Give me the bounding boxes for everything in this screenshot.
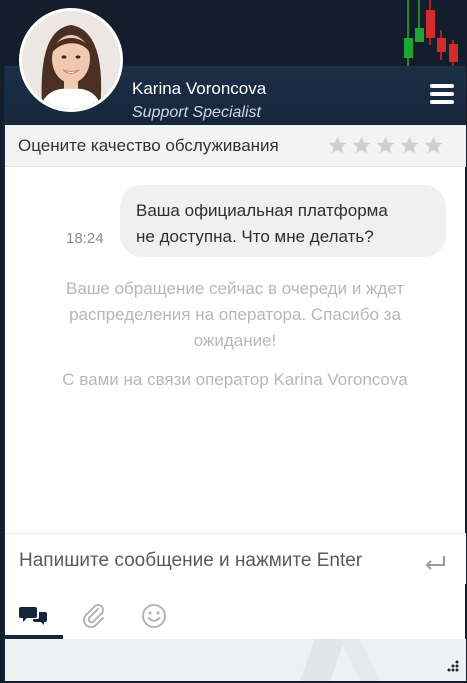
message-list: 18:24 Ваша официальная платформа не дост…	[5, 167, 466, 527]
composer-toolbar	[5, 591, 466, 641]
user-message-bubble: Ваша официальная платформа не доступна. …	[120, 185, 446, 257]
rating-bar: Оцените качество обслуживания	[5, 125, 466, 167]
resize-handle-icon[interactable]	[444, 659, 460, 675]
system-message-operator: С вами на связи оператор Karina Voroncov…	[62, 370, 408, 389]
agent-role: Support Specialist	[132, 104, 261, 121]
system-text-line: ожидание!	[193, 331, 277, 350]
system-text-line: распределения на оператора. Спасибо за	[69, 305, 401, 324]
footer-decoration	[300, 639, 380, 681]
star-icon[interactable]	[399, 135, 420, 156]
chat-header: Karina Voroncova Support Specialist	[5, 8, 466, 125]
system-text-line: Ваше обращение сейчас в очереди и ждет	[65, 279, 405, 298]
message-text-line: не доступна. Что мне делать?	[136, 227, 374, 246]
star-icon[interactable]	[375, 135, 396, 156]
emoji-icon[interactable]	[139, 601, 169, 631]
background-candlestick-chart	[404, 0, 458, 70]
rating-stars	[327, 135, 444, 156]
composer	[5, 533, 466, 584]
widget-footer	[5, 639, 466, 681]
message-input[interactable]	[19, 544, 414, 578]
enter-key-icon	[425, 556, 445, 570]
support-chat-widget: Karina Voroncova Support Specialist Оцен…	[4, 8, 466, 681]
system-message-queue: Ваше обращение сейчас в очереди и ждет р…	[25, 276, 445, 354]
chat-icon[interactable]	[19, 601, 49, 631]
agent-avatar	[19, 8, 123, 112]
attach-icon[interactable]	[79, 601, 109, 631]
star-icon[interactable]	[327, 135, 348, 156]
hamburger-menu-icon[interactable]	[430, 84, 454, 106]
message-text-line: Ваша официальная платформа	[136, 201, 388, 220]
star-icon[interactable]	[423, 135, 444, 156]
message-timestamp: 18:24	[66, 230, 104, 247]
star-icon[interactable]	[351, 135, 372, 156]
rating-label: Оцените качество обслуживания	[18, 136, 279, 155]
agent-name: Karina Voroncova	[132, 79, 267, 98]
